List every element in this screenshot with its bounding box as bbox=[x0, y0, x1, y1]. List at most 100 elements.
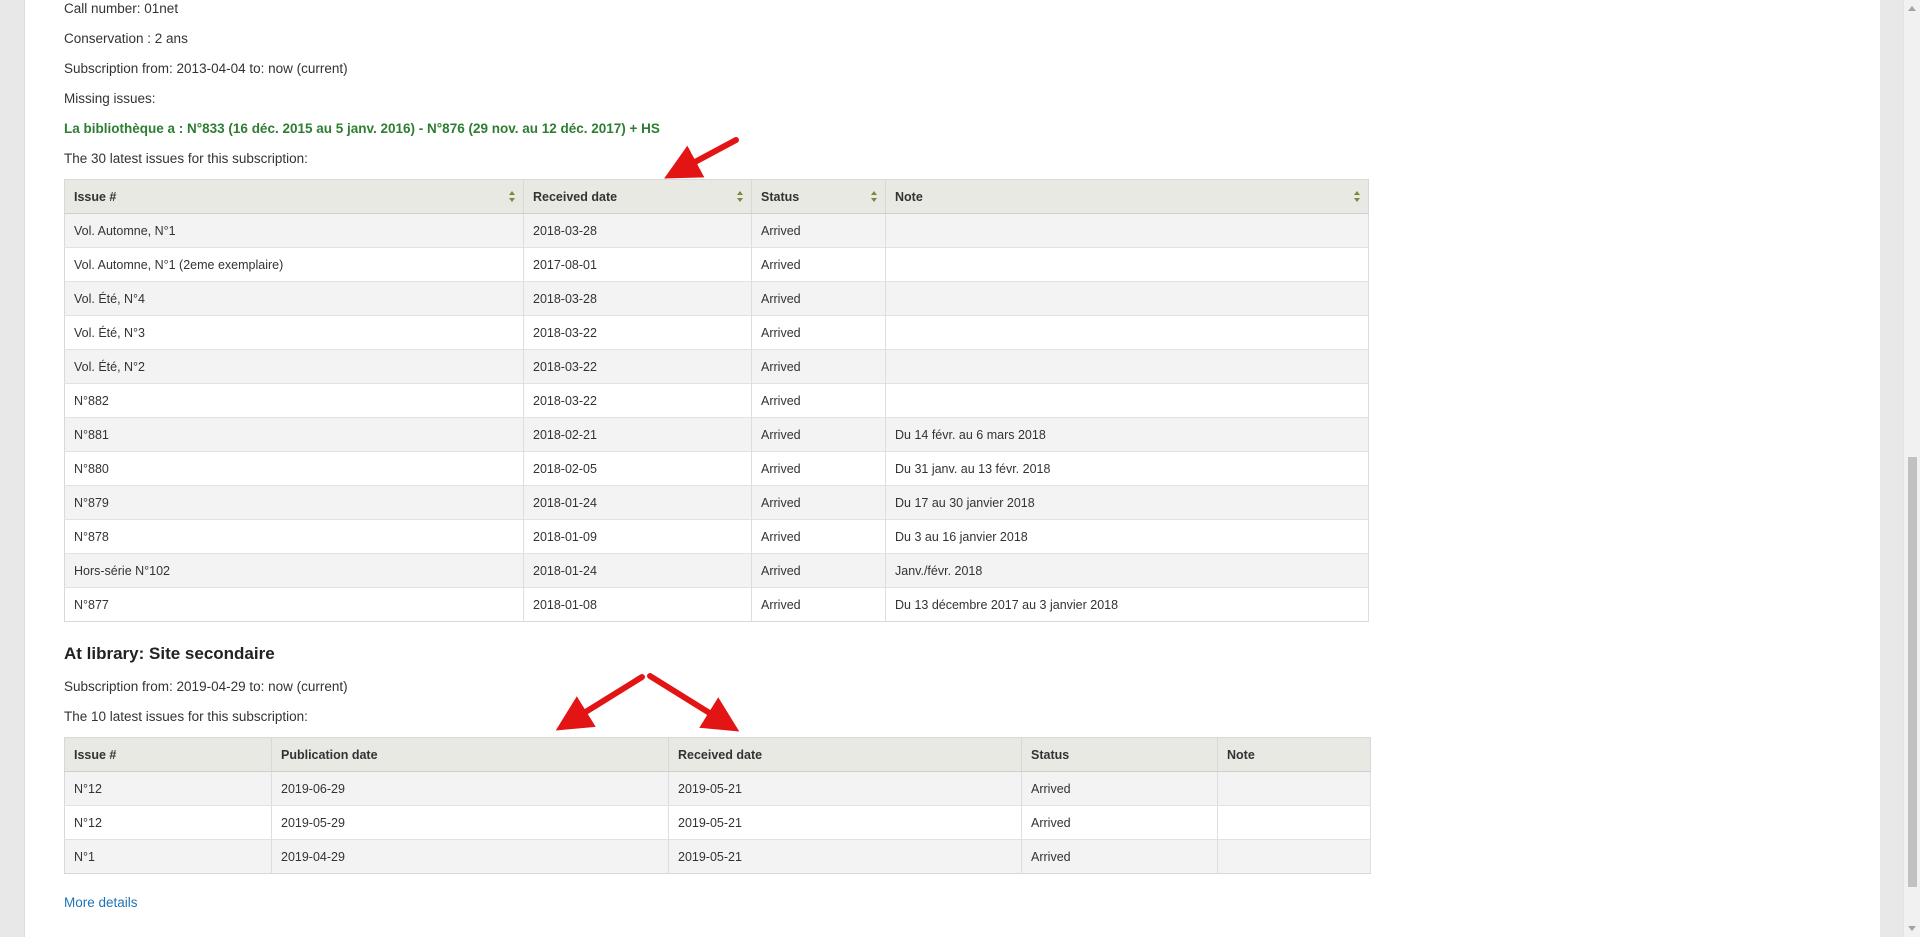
issue-cell: N°12 bbox=[64, 805, 272, 840]
received-date-cell: 2018-03-22 bbox=[523, 349, 752, 384]
note-cell bbox=[885, 281, 1369, 316]
note-cell: Du 31 janv. au 13 févr. 2018 bbox=[885, 451, 1369, 486]
received-date-cell: 2018-01-08 bbox=[523, 587, 752, 622]
status-cell: Arrived bbox=[751, 315, 886, 350]
scroll-up-icon[interactable] bbox=[1908, 6, 1916, 11]
received-date-cell: 2019-05-21 bbox=[668, 839, 1022, 874]
missing-issues-detail: La bibliothèque a : N°833 (16 déc. 2015 … bbox=[64, 121, 660, 136]
issue-cell: N°882 bbox=[64, 383, 524, 418]
conservation: Conservation : 2 ans bbox=[64, 31, 188, 46]
note-cell: Du 14 févr. au 6 mars 2018 bbox=[885, 417, 1369, 452]
library-heading: At library: Site secondaire bbox=[64, 644, 275, 663]
status-cell: Arrived bbox=[1021, 805, 1218, 840]
call-number: Call number: 01net bbox=[64, 1, 179, 16]
note-cell bbox=[1217, 771, 1371, 806]
latest-issues-label-2: The 10 latest issues for this subscripti… bbox=[64, 709, 308, 724]
table-row: Vol. Été, N°2 2018-03-22 Arrived bbox=[64, 349, 1369, 384]
note-cell: Janv./févr. 2018 bbox=[885, 553, 1369, 588]
issue-cell: N°877 bbox=[64, 587, 524, 622]
received-date-cell: 2019-05-21 bbox=[668, 805, 1022, 840]
status-cell: Arrived bbox=[1021, 839, 1218, 874]
status-cell: Arrived bbox=[1021, 771, 1218, 806]
table-row: Hors-série N°102 2018-01-24 Arrived Janv./f… bbox=[64, 553, 1369, 588]
column-label: Received date bbox=[533, 189, 618, 204]
scroll-down-icon[interactable] bbox=[1908, 926, 1916, 931]
issue-cell: Vol. Été, N°4 bbox=[64, 281, 524, 316]
received-date-cell: 2018-03-22 bbox=[523, 383, 752, 418]
status-cell: Arrived bbox=[751, 383, 886, 418]
received-date-cell: 2018-01-09 bbox=[523, 519, 752, 554]
column-header-issue[interactable]: Issue # bbox=[64, 179, 524, 214]
table-row: N°12 2019-06-29 2019-05-21 Arrived bbox=[64, 771, 1371, 806]
column-header-issue: Issue # bbox=[64, 737, 272, 772]
latest-issues-label: The 30 latest issues for this subscripti… bbox=[64, 151, 308, 166]
issues-table-2: Issue # Publication date Received date S… bbox=[64, 737, 1371, 874]
publication-date-cell: 2019-04-29 bbox=[271, 839, 669, 874]
table-row: N°881 2018-02-21 Arrived Du 14 févr. au 6 m… bbox=[64, 417, 1369, 452]
column-header-received-date[interactable]: Received date bbox=[523, 179, 752, 214]
received-date-cell: 2018-02-21 bbox=[523, 417, 752, 452]
missing-issues-label: Missing issues: bbox=[64, 91, 156, 106]
issue-cell: Vol. Automne, N°1 (2eme exemplaire) bbox=[64, 247, 524, 282]
issue-cell: Hors-série N°102 bbox=[64, 553, 524, 588]
right-panel bbox=[1392, 0, 1880, 937]
scrollbar-thumb[interactable] bbox=[1908, 457, 1917, 887]
status-cell: Arrived bbox=[751, 281, 886, 316]
column-label: Status bbox=[761, 189, 800, 204]
issue-cell: N°880 bbox=[64, 451, 524, 486]
subscription-period: Subscription from: 2013-04-04 to: now (c… bbox=[64, 61, 348, 76]
table-row: Vol. Automne, N°1 2018-03-28 Arrived bbox=[64, 213, 1369, 248]
column-header-status: Status bbox=[1021, 737, 1218, 772]
table-row: N°882 2018-03-22 Arrived bbox=[64, 383, 1369, 418]
sort-icon[interactable] bbox=[1354, 191, 1360, 202]
table-row: N°880 2018-02-05 Arrived Du 31 janv. au 13 … bbox=[64, 451, 1369, 486]
page: Call number: 01net Conservation : 2 ans … bbox=[0, 0, 1920, 937]
status-cell: Arrived bbox=[751, 247, 886, 282]
more-details-link[interactable]: More details bbox=[64, 895, 138, 910]
issue-cell: N°1 bbox=[64, 839, 272, 874]
status-cell: Arrived bbox=[751, 553, 886, 588]
received-date-cell: 2019-05-21 bbox=[668, 771, 1022, 806]
received-date-cell: 2017-08-01 bbox=[523, 247, 752, 282]
table-row: N°877 2018-01-08 Arrived Du 13 décembre 201… bbox=[64, 587, 1369, 622]
issue-cell: N°879 bbox=[64, 485, 524, 520]
sort-icon[interactable] bbox=[871, 191, 877, 202]
received-date-cell: 2018-01-24 bbox=[523, 485, 752, 520]
column-header-publication-date: Publication date bbox=[271, 737, 669, 772]
table-row: Vol. Été, N°3 2018-03-22 Arrived bbox=[64, 315, 1369, 350]
table-row: N°12 2019-05-29 2019-05-21 Arrived bbox=[64, 805, 1371, 840]
note-cell bbox=[1217, 805, 1371, 840]
note-cell bbox=[885, 315, 1369, 350]
subscription-period-2: Subscription from: 2019-04-29 to: now (c… bbox=[64, 679, 348, 694]
table-row: N°879 2018-01-24 Arrived Du 17 au 30 janvie… bbox=[64, 485, 1369, 520]
column-label: Issue # bbox=[74, 189, 117, 204]
table-row: Vol. Été, N°4 2018-03-28 Arrived bbox=[64, 281, 1369, 316]
column-header-status[interactable]: Status bbox=[751, 179, 886, 214]
column-header-note: Note bbox=[1217, 737, 1371, 772]
issue-cell: Vol. Automne, N°1 bbox=[64, 213, 524, 248]
note-cell bbox=[885, 247, 1369, 282]
note-cell: Du 13 décembre 2017 au 3 janvier 2018 bbox=[885, 587, 1369, 622]
column-header-received-date: Received date bbox=[668, 737, 1022, 772]
vertical-scrollbar[interactable] bbox=[1903, 0, 1920, 937]
sort-icon[interactable] bbox=[737, 191, 743, 202]
column-header-note[interactable]: Note bbox=[885, 179, 1369, 214]
issue-cell: N°881 bbox=[64, 417, 524, 452]
status-cell: Arrived bbox=[751, 485, 886, 520]
issues-table-1: Issue # Received date Status Note Vol. A… bbox=[64, 179, 1369, 622]
status-cell: Arrived bbox=[751, 417, 886, 452]
note-cell bbox=[885, 383, 1369, 418]
received-date-cell: 2018-03-28 bbox=[523, 213, 752, 248]
note-cell bbox=[885, 213, 1369, 248]
sort-icon[interactable] bbox=[509, 191, 515, 202]
received-date-cell: 2018-01-24 bbox=[523, 553, 752, 588]
status-cell: Arrived bbox=[751, 519, 886, 554]
issue-cell: Vol. Été, N°2 bbox=[64, 349, 524, 384]
received-date-cell: 2018-03-22 bbox=[523, 315, 752, 350]
publication-date-cell: 2019-05-29 bbox=[271, 805, 669, 840]
note-cell: Du 3 au 16 janvier 2018 bbox=[885, 519, 1369, 554]
issue-cell: N°12 bbox=[64, 771, 272, 806]
received-date-cell: 2018-02-05 bbox=[523, 451, 752, 486]
status-cell: Arrived bbox=[751, 587, 886, 622]
issue-cell: Vol. Été, N°3 bbox=[64, 315, 524, 350]
